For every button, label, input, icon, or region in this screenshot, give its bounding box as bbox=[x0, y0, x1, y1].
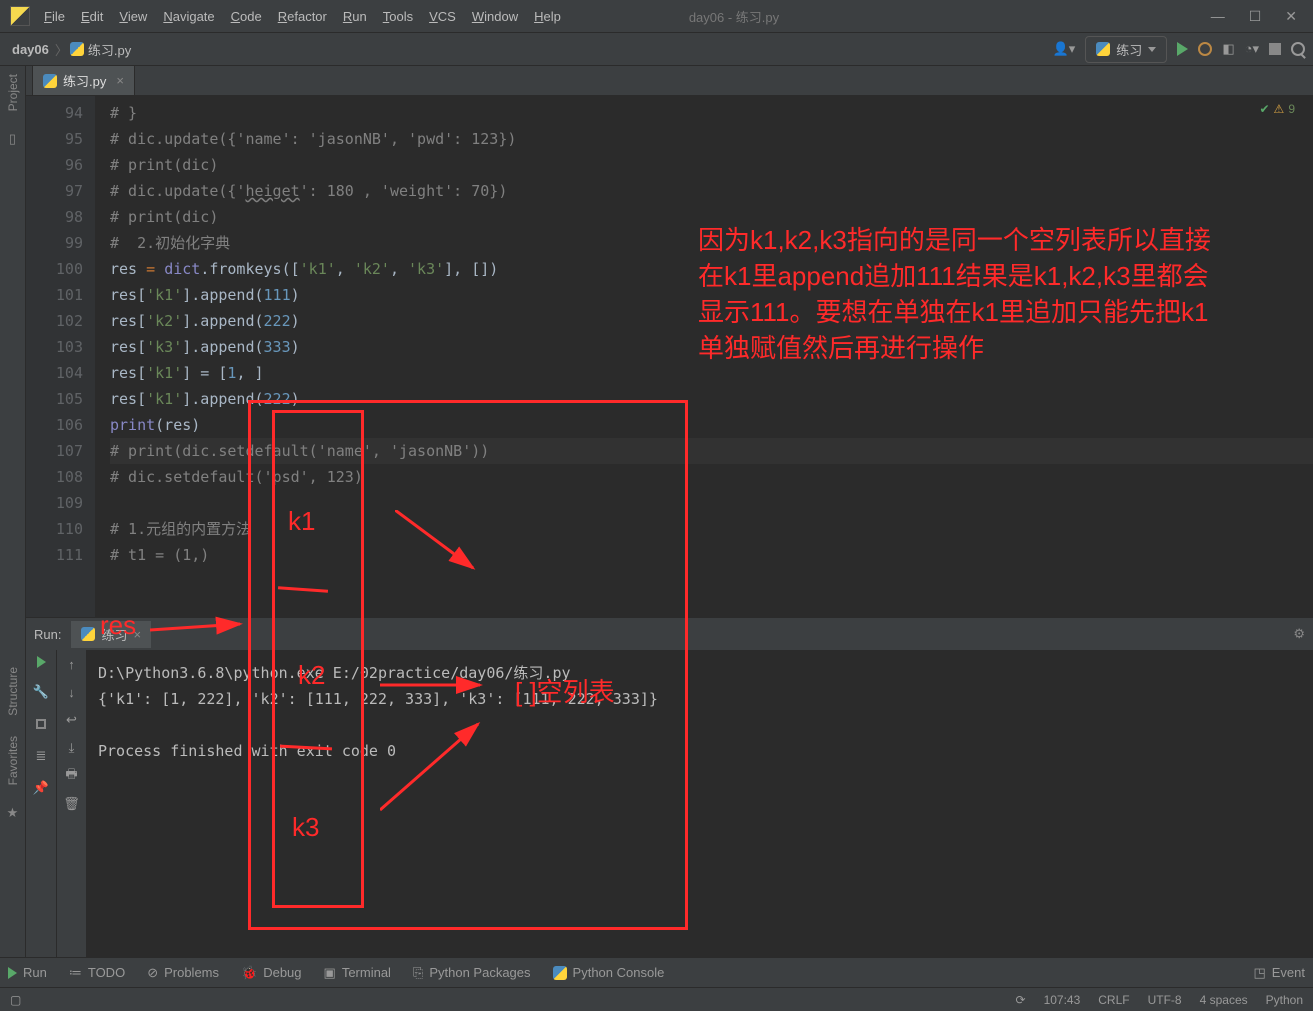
pin-icon[interactable]: 📌 bbox=[33, 780, 49, 796]
menubar: FileEditViewNavigateCodeRefactorRunTools… bbox=[0, 0, 1313, 32]
close-button[interactable]: ✕ bbox=[1285, 8, 1297, 25]
minimize-button[interactable]: — bbox=[1211, 8, 1225, 25]
up-icon[interactable]: ↑ bbox=[64, 656, 80, 672]
breadcrumb-project[interactable]: day06 bbox=[8, 42, 53, 57]
console-output[interactable]: D:\Python3.6.8\python.exe E:/02practice/… bbox=[86, 650, 1313, 957]
navigation-bar: day06 〉 练习.py 👤▾ 练习 ◧ ◔▾ bbox=[0, 32, 1313, 66]
terminal-tool-button[interactable]: ▣ Terminal bbox=[324, 965, 391, 981]
line-separator[interactable]: CRLF bbox=[1098, 993, 1129, 1007]
favorites-tool-tab[interactable]: Favorites bbox=[6, 736, 20, 785]
add-user-icon[interactable]: 👤▾ bbox=[1053, 41, 1076, 57]
scroll-end-icon[interactable]: ⤓ bbox=[64, 740, 80, 756]
menu-code[interactable]: Code bbox=[223, 5, 270, 28]
down-icon[interactable]: ↓ bbox=[64, 684, 80, 700]
search-icon[interactable] bbox=[1291, 42, 1305, 56]
run-panel-tab[interactable]: 练习 × bbox=[71, 621, 151, 648]
trash-icon[interactable]: 🗑 bbox=[64, 796, 80, 812]
code-editor[interactable]: 9495969798991001011021031041051061071081… bbox=[26, 96, 1313, 617]
run-toolbar-right: ↑ ↓ ↩ ⤓ 🖶 🗑 bbox=[56, 650, 86, 957]
gear-icon[interactable]: ⚙ bbox=[1293, 626, 1305, 642]
caret-position[interactable]: 107:43 bbox=[1044, 993, 1081, 1007]
close-icon[interactable]: × bbox=[133, 627, 141, 642]
rerun-button[interactable] bbox=[37, 656, 46, 668]
layout-icon[interactable]: ≣ bbox=[33, 748, 49, 764]
event-log-button[interactable]: ◳ Event bbox=[1253, 965, 1305, 981]
menu-run[interactable]: Run bbox=[335, 5, 375, 28]
python-icon bbox=[81, 627, 95, 641]
run-button[interactable] bbox=[1177, 42, 1188, 56]
editor-tab-bar: 练习.py × bbox=[26, 66, 1313, 96]
inspection-widget[interactable]: ✔ ⚠ 9 bbox=[1259, 102, 1295, 116]
chevron-right-icon: 〉 bbox=[53, 40, 70, 59]
left-tool-rail: Project ▯ Structure Favorites ★ bbox=[0, 66, 26, 957]
menu-navigate[interactable]: Navigate bbox=[155, 5, 222, 28]
debug-button[interactable] bbox=[1198, 42, 1212, 56]
python-icon bbox=[1096, 42, 1110, 56]
maximize-button[interactable]: ☐ bbox=[1249, 8, 1262, 25]
problems-tool-button[interactable]: ⊘ Problems bbox=[147, 965, 219, 981]
folder-icon[interactable]: ▯ bbox=[9, 131, 16, 147]
coverage-button[interactable]: ◧ bbox=[1222, 41, 1234, 57]
menu-edit[interactable]: Edit bbox=[73, 5, 111, 28]
project-tool-tab[interactable]: Project bbox=[6, 74, 20, 111]
python-file-icon bbox=[70, 42, 84, 56]
profiler-button[interactable]: ◔▾ bbox=[1245, 41, 1259, 57]
wrench-icon[interactable]: 🔧 bbox=[33, 684, 49, 700]
menu-view[interactable]: View bbox=[111, 5, 155, 28]
print-icon[interactable]: 🖶 bbox=[64, 768, 80, 784]
chevron-down-icon bbox=[1148, 47, 1156, 52]
star-icon: ★ bbox=[7, 805, 19, 821]
app-logo-icon bbox=[10, 6, 30, 26]
stop-button[interactable] bbox=[33, 716, 49, 732]
menu-tools[interactable]: Tools bbox=[375, 5, 421, 28]
close-tab-icon[interactable]: × bbox=[116, 73, 124, 88]
editor-tab[interactable]: 练习.py × bbox=[32, 65, 135, 95]
run-toolbar-left: 🔧 ≣ 📌 bbox=[26, 650, 56, 957]
stop-button[interactable] bbox=[1269, 43, 1281, 55]
breadcrumb-file[interactable]: 练习.py bbox=[70, 40, 131, 59]
python-packages-button[interactable]: ⎘ Python Packages bbox=[413, 965, 531, 981]
structure-tool-tab[interactable]: Structure bbox=[6, 667, 20, 716]
tool-window-toggle-icon[interactable]: ▢ bbox=[10, 993, 21, 1007]
run-config-selector[interactable]: 练习 bbox=[1085, 36, 1167, 63]
todo-tool-button[interactable]: ≔ TODO bbox=[69, 965, 125, 981]
soft-wrap-icon[interactable]: ↩ bbox=[64, 712, 80, 728]
line-gutter: 9495969798991001011021031041051061071081… bbox=[26, 96, 96, 617]
sync-icon[interactable]: ⟳ bbox=[1016, 993, 1026, 1007]
debug-tool-button[interactable]: 🐞 Debug bbox=[241, 965, 302, 981]
menu-vcs[interactable]: VCS bbox=[421, 5, 464, 28]
python-file-icon bbox=[43, 74, 57, 88]
python-console-button[interactable]: Python Console bbox=[553, 965, 665, 980]
menu-window[interactable]: Window bbox=[464, 5, 526, 28]
indent-setting[interactable]: 4 spaces bbox=[1200, 993, 1248, 1007]
window-title: day06 - 练习.py bbox=[689, 7, 779, 26]
run-tool-button[interactable]: Run bbox=[8, 965, 47, 980]
bottom-tool-strip: Run ≔ TODO ⊘ Problems 🐞 Debug ▣ Terminal… bbox=[0, 957, 1313, 987]
check-icon: ✔ bbox=[1259, 102, 1269, 116]
interpreter[interactable]: Python bbox=[1266, 993, 1303, 1007]
run-tool-window: Run: 练习 × ⚙ 🔧 ≣ 📌 ↑ ↓ bbox=[26, 617, 1313, 957]
file-encoding[interactable]: UTF-8 bbox=[1148, 993, 1182, 1007]
menu-help[interactable]: Help bbox=[526, 5, 569, 28]
menu-refactor[interactable]: Refactor bbox=[270, 5, 335, 28]
menu-file[interactable]: File bbox=[36, 5, 73, 28]
run-panel-title: Run: bbox=[34, 627, 61, 642]
status-bar: ▢ ⟳ 107:43 CRLF UTF-8 4 spaces Python bbox=[0, 987, 1313, 1011]
